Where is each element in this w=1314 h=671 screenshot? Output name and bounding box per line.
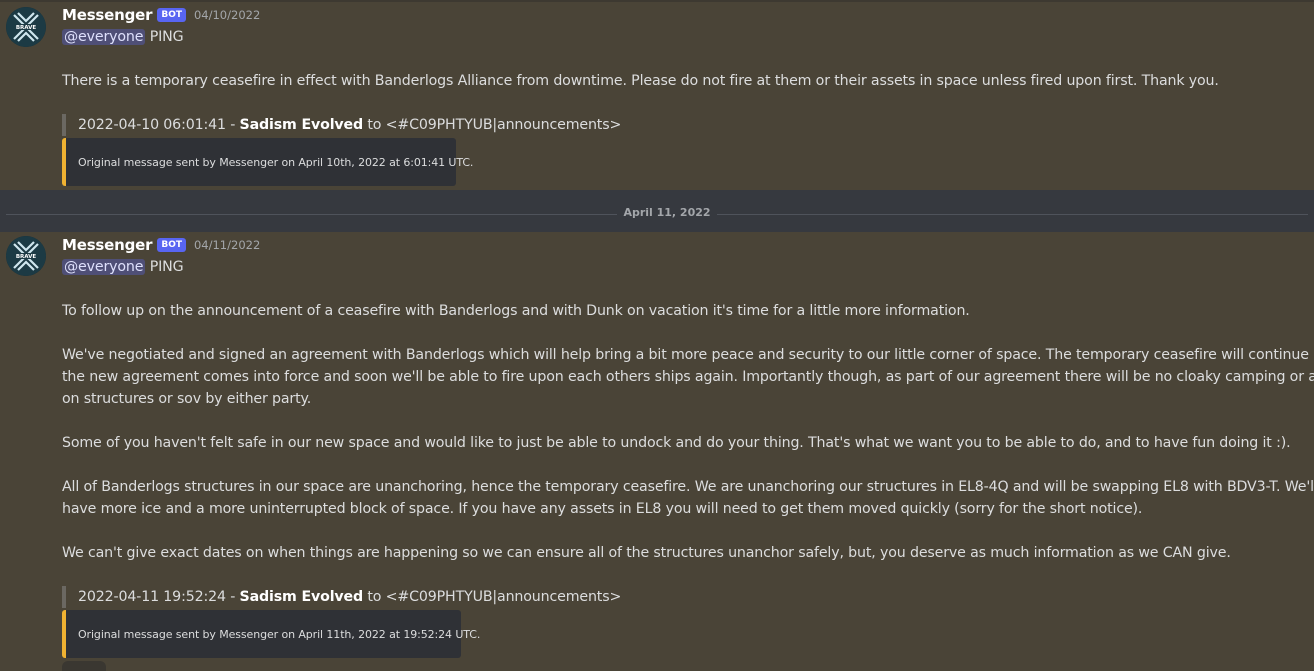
message-text-line: We can't give exact dates on when things… xyxy=(62,545,1231,561)
embed-card: Original message sent by Messenger on Ap… xyxy=(62,610,480,658)
username[interactable]: Messenger xyxy=(62,6,153,24)
embed-text: Original message sent by Messenger on Ap… xyxy=(78,627,481,641)
avatar-brave-logo-icon[interactable]: BRAVE xyxy=(6,236,46,276)
message-text-line: All of Banderlogs structures in our spac… xyxy=(62,479,1314,495)
message-text-line: Some of you haven't felt safe in our new… xyxy=(62,435,1291,451)
everyone-mention[interactable]: @everyone xyxy=(62,259,146,275)
quote-author: Sadism Evolved xyxy=(239,589,364,605)
mention-suffix: PING xyxy=(145,259,184,275)
message-text-line: the new agreement comes into force and s… xyxy=(62,369,1314,385)
avatar-brave-logo-icon[interactable]: BRAVE xyxy=(6,7,46,47)
message-text-line: on structures or sov by either party. xyxy=(62,391,312,407)
top-border xyxy=(0,0,1314,2)
quote-block: 2022-04-11 19:52:24 - Sadism Evolved to … xyxy=(62,586,621,608)
reaction-button[interactable] xyxy=(62,661,106,671)
message-text-line: To follow up on the announcement of a ce… xyxy=(62,303,970,319)
embed-text: Original message sent by Messenger on Ap… xyxy=(78,155,474,169)
bot-tag: BOT xyxy=(157,8,186,22)
timestamp[interactable]: 04/11/2022 xyxy=(194,238,260,252)
embed-card: Original message sent by Messenger on Ap… xyxy=(62,138,473,186)
message-text-line: have more ice and a more uninterrupted b… xyxy=(62,501,1143,517)
quote-suffix: to <#C09PHTYUB|announcements> xyxy=(363,589,622,605)
quote-prefix: 2022-04-10 06:01:41 - xyxy=(78,117,240,133)
message-text-line: We've negotiated and signed an agreement… xyxy=(62,347,1314,363)
mention-suffix: PING xyxy=(145,29,184,45)
svg-text:BRAVE: BRAVE xyxy=(16,254,37,260)
everyone-mention[interactable]: @everyone xyxy=(62,29,146,45)
message-header: Messenger BOT 04/10/2022 xyxy=(62,5,260,25)
date-divider-label: April 11, 2022 xyxy=(617,206,717,219)
date-divider: April 11, 2022 xyxy=(0,206,1314,219)
message-header: Messenger BOT 04/11/2022 xyxy=(62,235,260,255)
message-text-line: There is a temporary ceasefire in effect… xyxy=(62,73,1219,89)
message-mention-line: @everyone PING xyxy=(62,26,184,48)
timestamp[interactable]: 04/10/2022 xyxy=(194,8,260,22)
message-mention-line: @everyone PING xyxy=(62,256,184,278)
svg-text:BRAVE: BRAVE xyxy=(16,25,37,31)
quote-suffix: to <#C09PHTYUB|announcements> xyxy=(363,117,622,133)
quote-author: Sadism Evolved xyxy=(239,117,364,133)
quote-prefix: 2022-04-11 19:52:24 - xyxy=(78,589,240,605)
bot-tag: BOT xyxy=(157,238,186,252)
username[interactable]: Messenger xyxy=(62,236,153,254)
quote-block: 2022-04-10 06:01:41 - Sadism Evolved to … xyxy=(62,114,621,136)
